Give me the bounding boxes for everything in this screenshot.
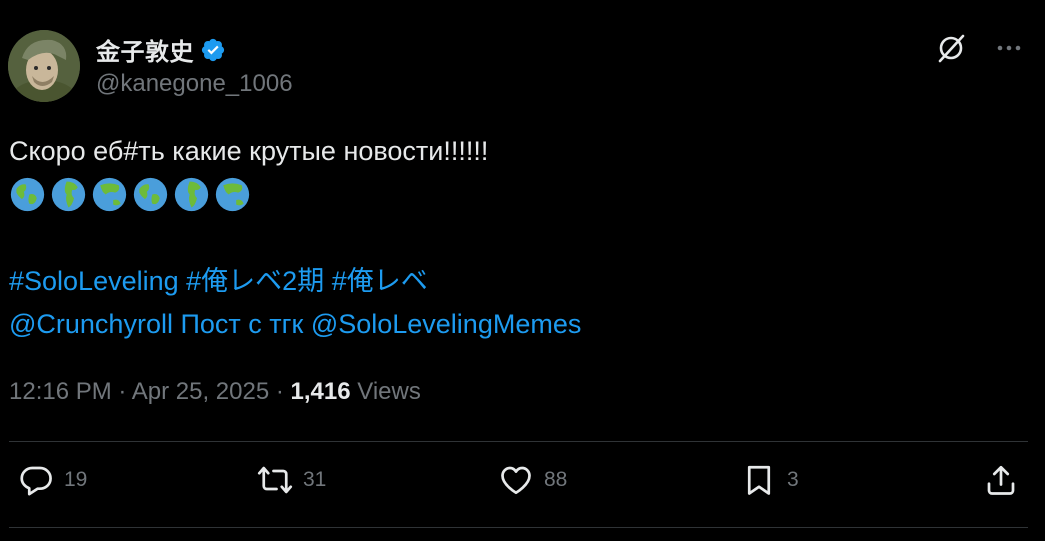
- earth-globe-icon: [51, 177, 86, 212]
- tweet-action-bar: 19 31 88 3: [0, 462, 1045, 508]
- hashtag-link[interactable]: #俺レベ: [332, 266, 428, 296]
- tweet-meta: 12:16 PM · Apr 25, 2025 · 1,416 Views: [9, 378, 421, 406]
- earth-globe-icon: [174, 177, 209, 212]
- author-name-row[interactable]: 金子敦史: [96, 32, 226, 67]
- verified-badge-icon: [201, 38, 225, 61]
- tweet-links: #SoloLeveling #俺レベ2期 #俺レベ @Crunchyroll П…: [9, 260, 581, 346]
- tweet-text: Скоро еб#ть какие крутые новости!!!!!!: [9, 136, 489, 166]
- bookmark-count: 3: [787, 468, 799, 491]
- more-icon: [997, 45, 1021, 51]
- avatar[interactable]: [8, 30, 80, 102]
- repost-count: 31: [303, 468, 327, 491]
- like-button[interactable]: 88: [498, 462, 567, 498]
- like-count: 88: [544, 468, 568, 491]
- mention-line: @Crunchyroll Пост с тгк @SoloLevelingMem…: [9, 303, 581, 346]
- inline-text: Пост с тгк: [180, 309, 304, 339]
- author-display-name[interactable]: 金子敦史: [96, 32, 194, 67]
- mention-link[interactable]: @SoloLevelingMemes: [311, 309, 582, 339]
- reply-button[interactable]: 19: [18, 462, 87, 498]
- tweet-time[interactable]: 12:16 PM: [9, 378, 112, 405]
- earth-globe-icon: [10, 177, 45, 212]
- earth-globe-icon: [92, 177, 127, 212]
- tweet-header-actions: [933, 30, 1027, 66]
- more-options-button[interactable]: [991, 30, 1027, 66]
- bookmark-icon: [747, 465, 771, 495]
- avatar-image: [8, 30, 80, 102]
- reply-count: 19: [64, 468, 88, 491]
- repost-button[interactable]: 31: [257, 462, 326, 498]
- grok-icon: [938, 34, 965, 63]
- hashtag-link[interactable]: #俺レベ2期: [186, 266, 324, 296]
- earth-globe-icon: [133, 177, 168, 212]
- hashtag-line: #SoloLeveling #俺レベ2期 #俺レベ: [9, 260, 581, 303]
- hashtag-link[interactable]: #SoloLeveling: [9, 266, 179, 296]
- earth-globe-icon: [215, 177, 250, 212]
- divider: [9, 441, 1028, 442]
- repost-icon: [257, 466, 293, 494]
- like-icon: [501, 466, 531, 495]
- meta-separator: ·: [275, 378, 284, 405]
- meta-separator: ·: [118, 378, 127, 405]
- views-count: 1,416: [290, 378, 351, 405]
- bookmark-button[interactable]: 3: [741, 462, 799, 498]
- reply-icon: [20, 466, 52, 496]
- tweet-date[interactable]: Apr 25, 2025: [132, 378, 269, 405]
- divider: [9, 527, 1028, 528]
- views-label: Views: [357, 378, 421, 405]
- emoji-row: [9, 176, 251, 213]
- grok-button[interactable]: [933, 30, 969, 66]
- mention-link[interactable]: @Crunchyroll: [9, 309, 173, 339]
- share-icon: [987, 465, 1015, 495]
- author-handle[interactable]: @kanegone_1006: [96, 70, 293, 98]
- share-button[interactable]: [983, 462, 1019, 498]
